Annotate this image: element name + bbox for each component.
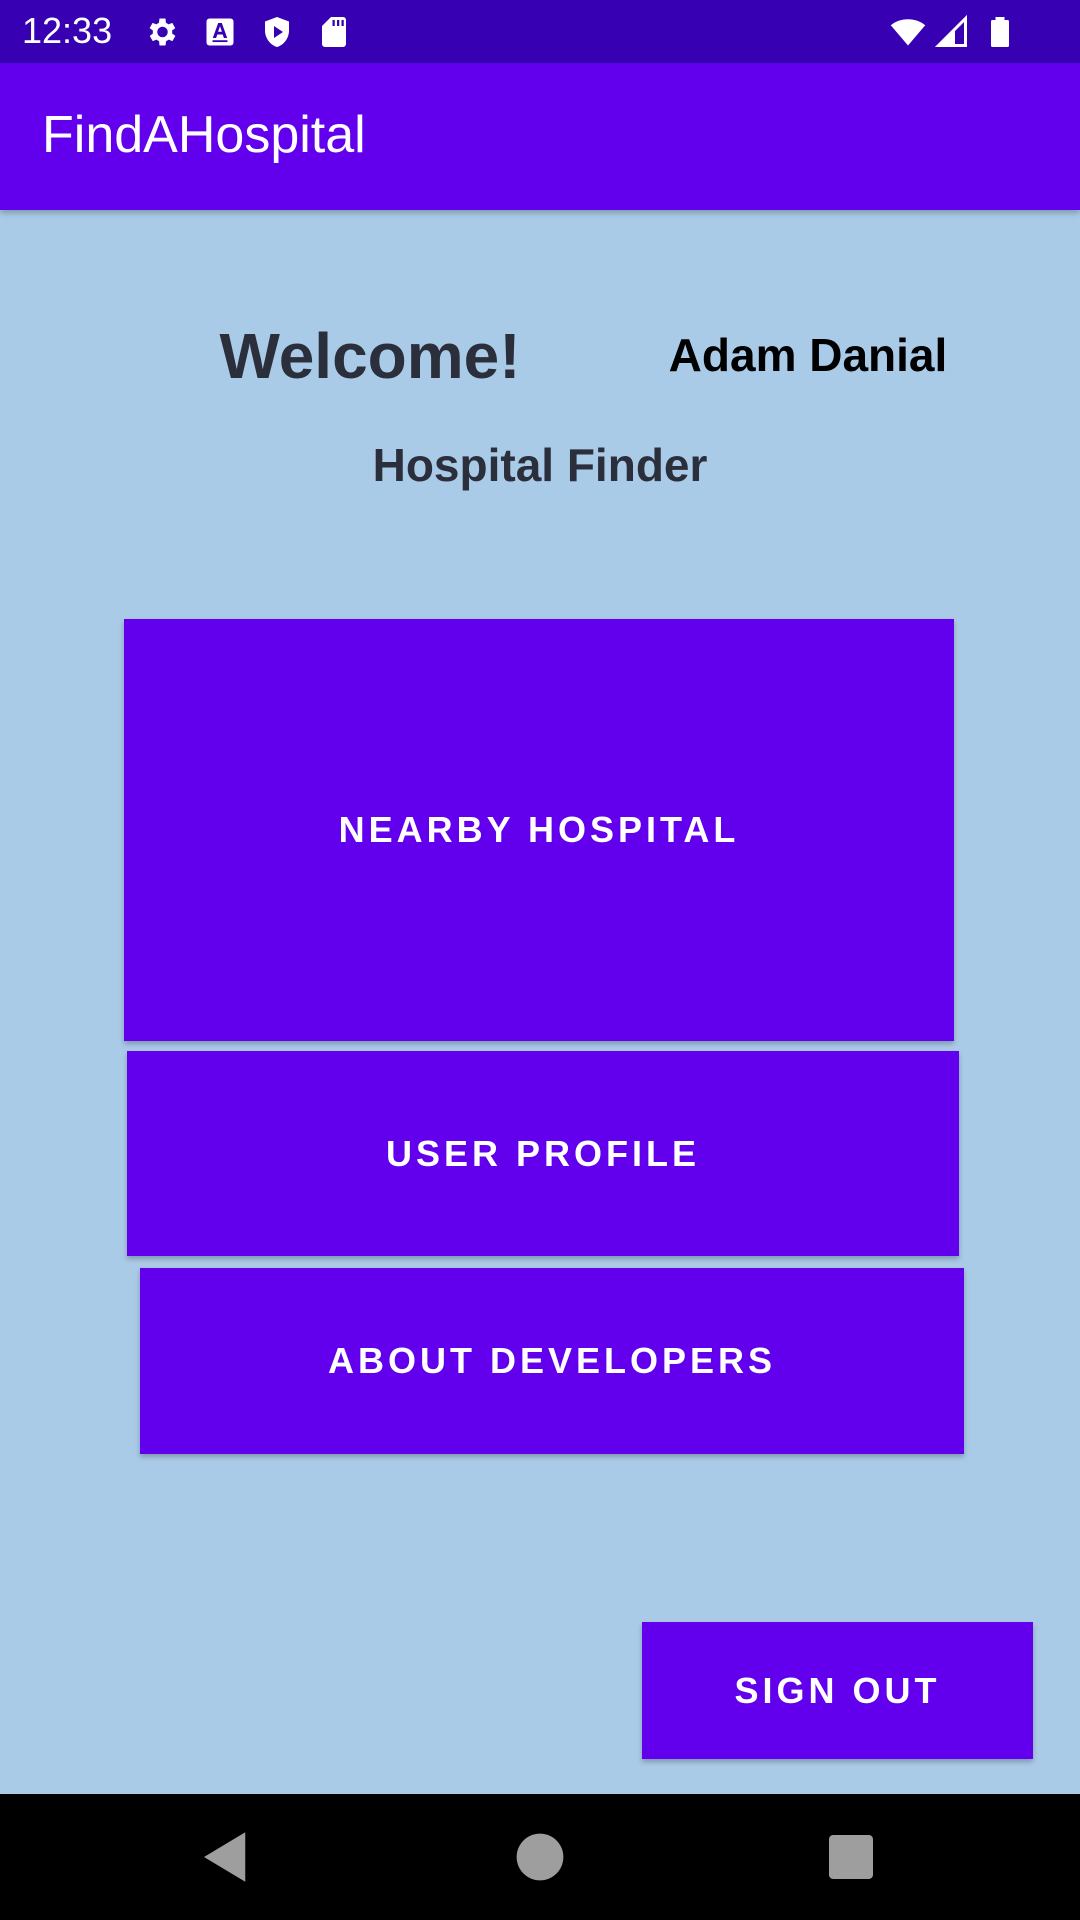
settings-icon (143, 14, 179, 50)
app-bar: FindAHospital (0, 63, 1080, 210)
recents-icon[interactable] (818, 1824, 884, 1890)
home-icon[interactable] (507, 1824, 573, 1890)
sign-out-button[interactable]: SIGN OUT (642, 1622, 1033, 1759)
battery-icon (982, 14, 1018, 50)
navigation-bar (0, 1794, 1080, 1920)
status-bar: 12:33 (0, 0, 1080, 63)
play-protect-icon (259, 14, 295, 50)
font-a-icon (202, 14, 238, 50)
user-profile-button[interactable]: USER PROFILE (127, 1051, 959, 1256)
about-developers-button[interactable]: ABOUT DEVELOPERS (140, 1268, 964, 1454)
cell-signal-icon (934, 14, 970, 50)
sd-card-icon (316, 14, 352, 50)
back-icon[interactable] (193, 1824, 259, 1890)
nearby-hospital-button[interactable]: NEARBY HOSPITAL (124, 619, 954, 1041)
subtitle: Hospital Finder (372, 439, 708, 491)
status-time: 12:33 (22, 10, 113, 51)
wifi-icon (888, 14, 928, 50)
app-title: FindAHospital (42, 106, 366, 164)
user-name: Adam Danial (668, 329, 948, 381)
